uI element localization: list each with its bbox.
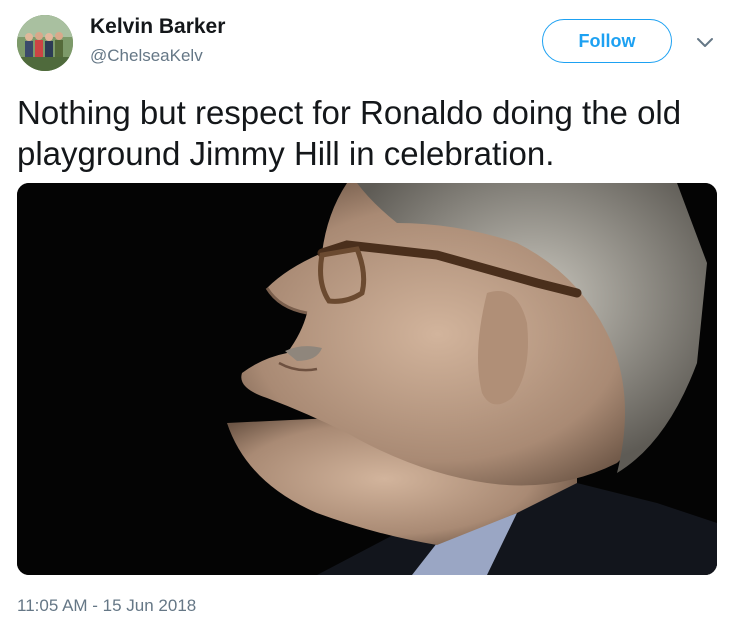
- author-name[interactable]: Kelvin Barker: [90, 15, 225, 39]
- man-profile-photo: [17, 183, 717, 575]
- tweet-menu-button[interactable]: [693, 32, 717, 52]
- author-avatar[interactable]: [17, 15, 73, 71]
- tweet-photo[interactable]: [17, 183, 717, 575]
- tweet-timestamp[interactable]: 11:05 AM - 15 Jun 2018: [17, 596, 196, 616]
- chevron-down-icon: [697, 38, 713, 47]
- tweet-text: Nothing but respect for Ronaldo doing th…: [17, 94, 682, 172]
- group-photo-avatar-icon: [17, 15, 73, 71]
- follow-button[interactable]: Follow: [542, 19, 672, 63]
- author-handle[interactable]: @ChelseaKelv: [90, 46, 203, 66]
